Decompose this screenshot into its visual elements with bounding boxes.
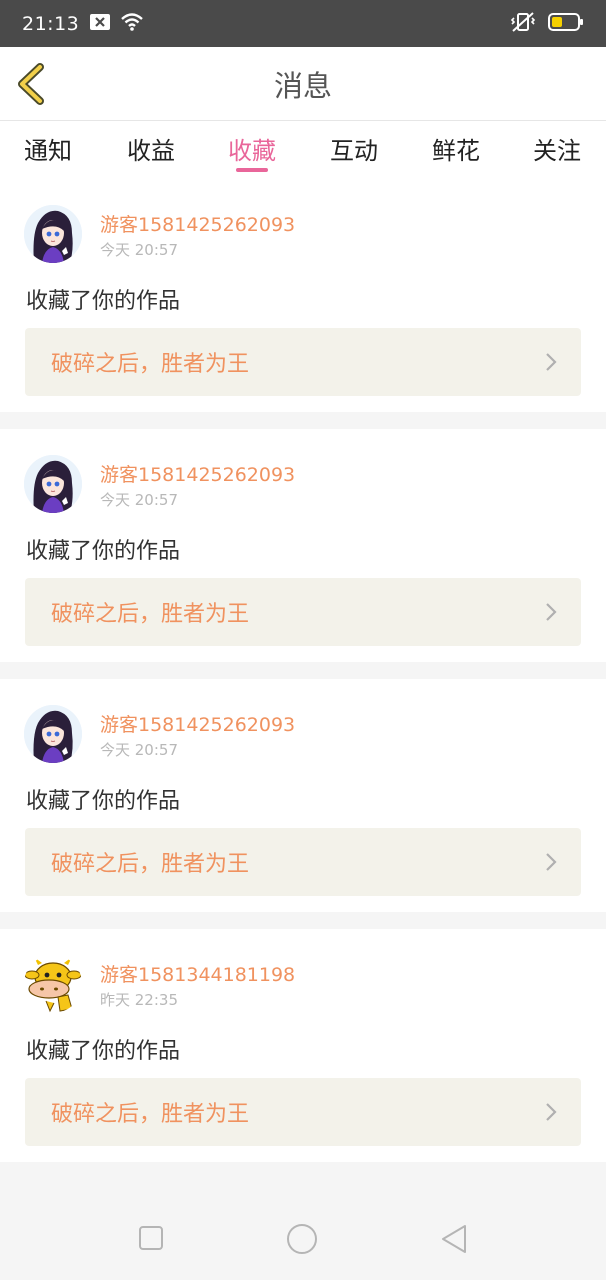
message-card: 游客1581425262093 今天 20:57 收藏了你的作品 破碎之后，胜者… bbox=[0, 429, 606, 662]
tab-label: 鲜花 bbox=[432, 137, 480, 165]
timestamp: 今天 20:57 bbox=[100, 491, 178, 509]
page-title: 消息 bbox=[273, 68, 332, 103]
timestamp: 今天 20:57 bbox=[100, 241, 178, 259]
chevron-right-icon bbox=[546, 353, 557, 371]
action-text: 收藏了你的作品 bbox=[26, 289, 181, 314]
back-triangle-icon bbox=[442, 1225, 466, 1253]
recents-square-icon bbox=[139, 1226, 163, 1250]
timestamp: 昨天 22:35 bbox=[100, 991, 178, 1009]
message-card: 游客1581344181198 昨天 22:35 收藏了你的作品 破碎之后，胜者… bbox=[0, 929, 606, 1162]
work-title: 破碎之后，胜者为王 bbox=[51, 852, 250, 877]
avatar[interactable] bbox=[24, 955, 82, 1013]
recents-button[interactable] bbox=[138, 1225, 164, 1255]
tab-label: 关注 bbox=[533, 137, 581, 165]
anime-girl-avatar-icon bbox=[24, 455, 82, 513]
message-card: 游客1581425262093 今天 20:57 收藏了你的作品 破碎之后，胜者… bbox=[0, 179, 606, 412]
chevron-right-icon bbox=[546, 603, 557, 621]
action-text: 收藏了你的作品 bbox=[26, 789, 181, 814]
tab-label: 收藏 bbox=[228, 137, 276, 165]
chevron-left-icon bbox=[18, 63, 44, 105]
cartoon-cow-avatar-icon bbox=[24, 955, 82, 1013]
status-time: 21:13 bbox=[22, 12, 80, 35]
anime-girl-avatar-icon bbox=[24, 205, 82, 263]
chevron-right-icon bbox=[546, 853, 557, 871]
work-link-button[interactable]: 破碎之后，胜者为王 bbox=[25, 828, 581, 896]
avatar[interactable] bbox=[24, 455, 82, 513]
work-link-button[interactable]: 破碎之后，胜者为王 bbox=[25, 578, 581, 646]
battery-icon bbox=[548, 12, 584, 36]
tab-label: 通知 bbox=[24, 137, 72, 165]
chevron-right-icon bbox=[546, 1103, 557, 1121]
home-circle-icon bbox=[287, 1224, 317, 1254]
action-text: 收藏了你的作品 bbox=[26, 1039, 181, 1064]
active-tab-indicator bbox=[236, 168, 268, 172]
back-nav-button[interactable] bbox=[440, 1224, 468, 1258]
work-link-button[interactable]: 破碎之后，胜者为王 bbox=[25, 328, 581, 396]
message-list: 游客1581425262093 今天 20:57 收藏了你的作品 破碎之后，胜者… bbox=[0, 179, 606, 1162]
username[interactable]: 游客1581425262093 bbox=[100, 710, 295, 737]
tab-earnings[interactable]: 收益 bbox=[111, 131, 191, 166]
tab-bar: 通知 收益 收藏 互动 鲜花 关注 bbox=[0, 121, 606, 179]
work-title: 破碎之后，胜者为王 bbox=[51, 352, 250, 377]
tab-label: 收益 bbox=[127, 137, 175, 165]
work-link-button[interactable]: 破碎之后，胜者为王 bbox=[25, 1078, 581, 1146]
avatar[interactable] bbox=[24, 705, 82, 763]
tab-notifications[interactable]: 通知 bbox=[8, 131, 88, 166]
app-header: 消息 bbox=[0, 47, 606, 121]
action-text: 收藏了你的作品 bbox=[26, 539, 181, 564]
work-title: 破碎之后，胜者为王 bbox=[51, 602, 250, 627]
timestamp: 今天 20:57 bbox=[100, 741, 178, 759]
username[interactable]: 游客1581425262093 bbox=[100, 210, 295, 237]
home-button[interactable] bbox=[286, 1223, 318, 1259]
tab-flowers[interactable]: 鲜花 bbox=[416, 131, 496, 166]
tab-label: 互动 bbox=[330, 137, 378, 165]
notification-close-icon bbox=[89, 13, 111, 35]
vibrate-mode-icon bbox=[510, 11, 536, 37]
wifi-icon bbox=[120, 12, 144, 35]
username[interactable]: 游客1581425262093 bbox=[100, 460, 295, 487]
tab-interactions[interactable]: 互动 bbox=[314, 131, 394, 166]
back-button[interactable] bbox=[14, 63, 50, 105]
work-title: 破碎之后，胜者为王 bbox=[51, 1102, 250, 1127]
tab-favorites[interactable]: 收藏 bbox=[212, 131, 292, 172]
anime-girl-avatar-icon bbox=[24, 705, 82, 763]
status-bar: 21:13 bbox=[0, 0, 606, 47]
message-card: 游客1581425262093 今天 20:57 收藏了你的作品 破碎之后，胜者… bbox=[0, 679, 606, 912]
username[interactable]: 游客1581344181198 bbox=[100, 960, 295, 987]
system-nav-bar bbox=[0, 1195, 606, 1280]
tab-following[interactable]: 关注 bbox=[517, 131, 597, 166]
avatar[interactable] bbox=[24, 205, 82, 263]
